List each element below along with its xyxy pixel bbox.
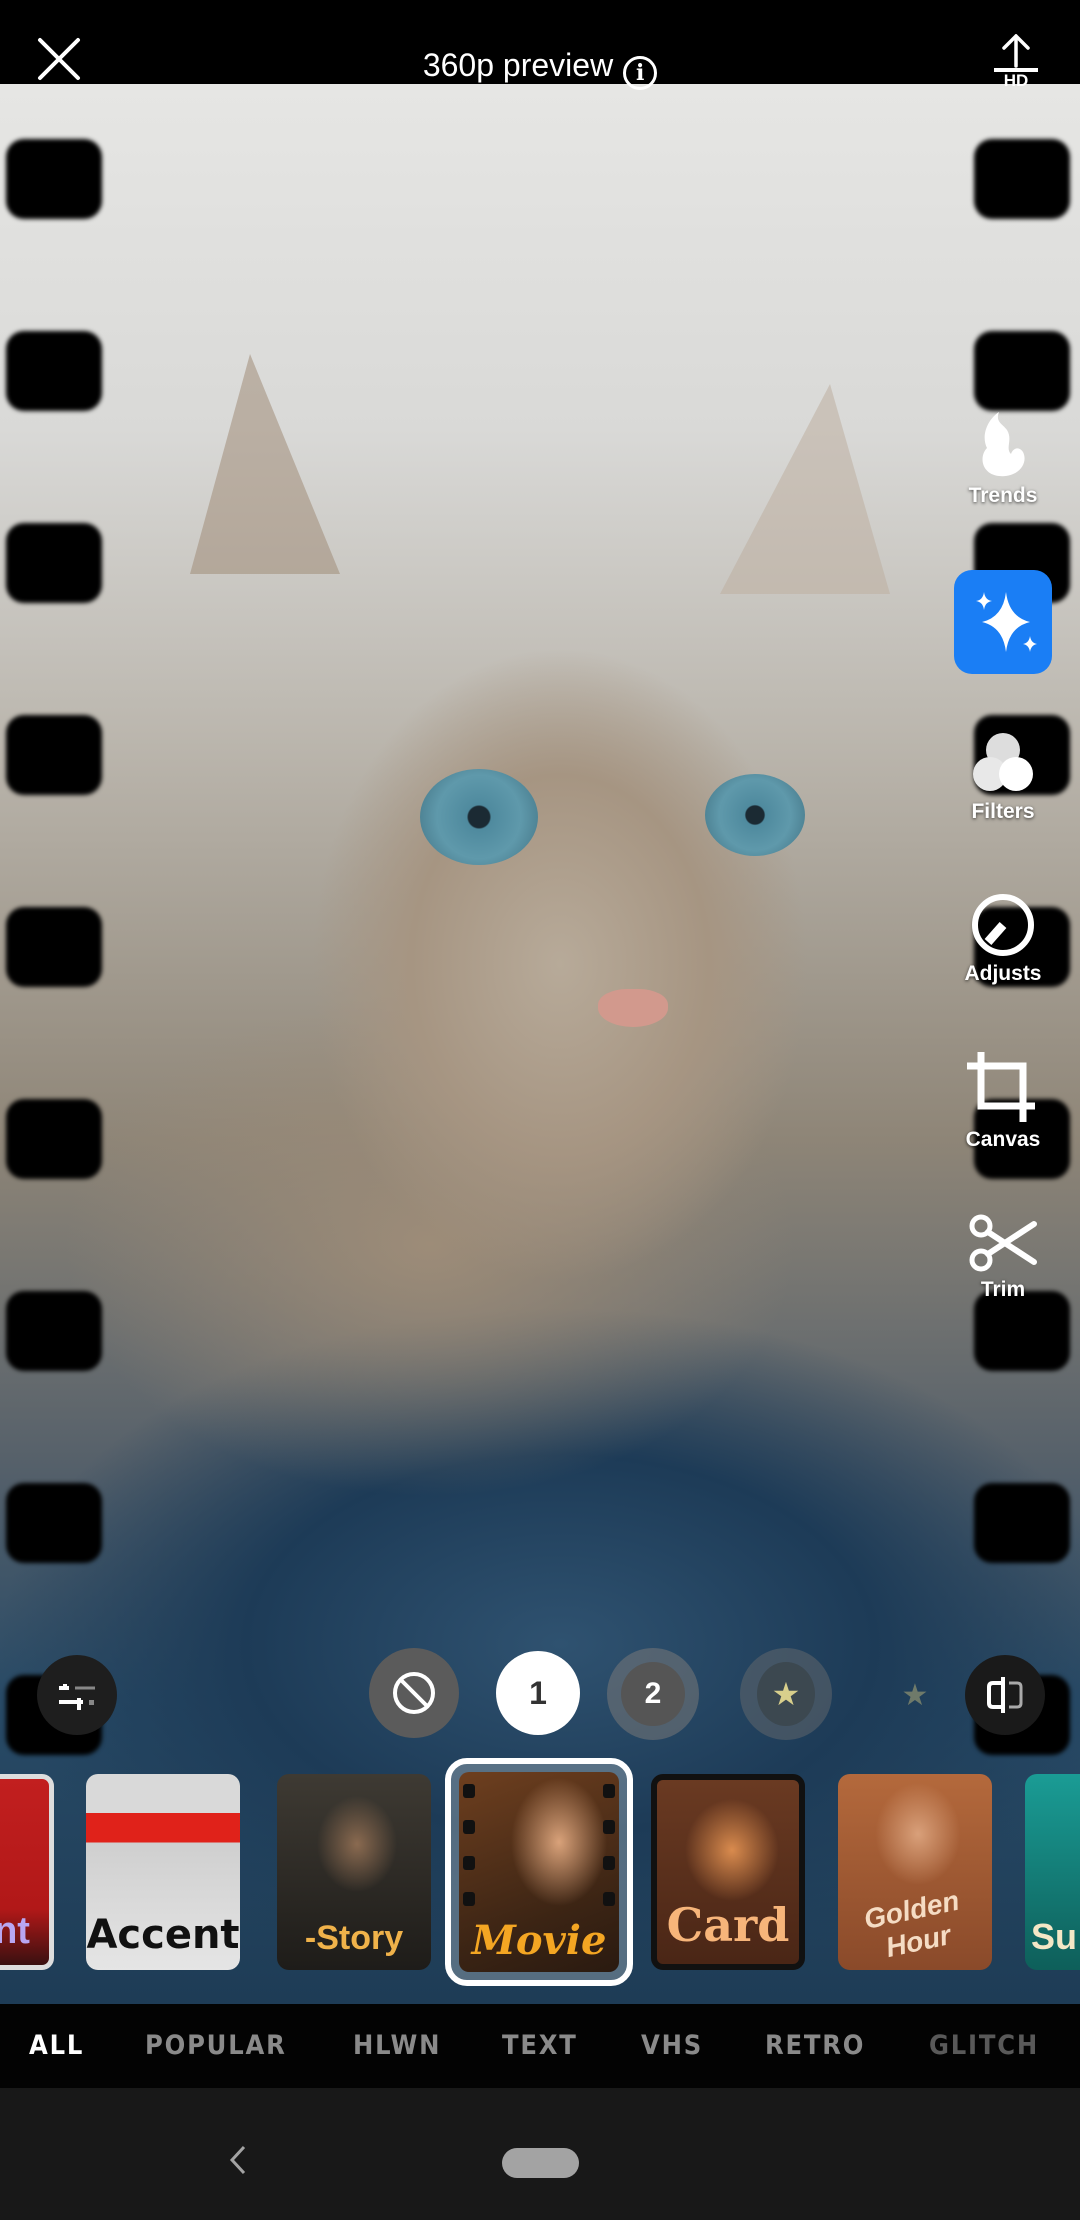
film-hole [463,1856,475,1870]
star-icon: ★ [901,1678,929,1712]
film-hole [603,1892,615,1906]
back-chevron-icon [229,2145,246,2175]
film-sprocket [6,715,102,795]
filter-label: Movie [471,1917,607,1964]
film-hole [463,1820,475,1834]
no-filter-icon [393,1672,435,1714]
flame-icon [982,412,1025,477]
dial-icon [972,894,1034,956]
info-icon[interactable]: i [623,56,658,90]
sliders-icon [59,1684,95,1710]
filter-thumb[interactable]: nt [0,1774,54,1970]
filter-thumb[interactable]: Accent [86,1774,240,1970]
filter-label: Su [1031,1916,1078,1957]
no-filter-button[interactable] [369,1648,459,1738]
compare-icon [987,1677,1023,1713]
filter-thumb[interactable]: Su [1025,1774,1080,1970]
filter-label: Card [666,1898,790,1952]
cat-eye-left [420,769,538,865]
film-hole [603,1784,615,1798]
tab-hlwn[interactable]: HLWN [353,2030,441,2061]
film-sprocket [6,1099,102,1179]
rail-trim[interactable]: Trim [950,1212,1056,1302]
variant-2-label: 2 [621,1662,685,1726]
film-hole [603,1856,615,1870]
tab-glitch[interactable]: GLITCH [929,2030,1039,2061]
rail-adjusts[interactable]: Adjusts [950,892,1056,986]
film-sprocket [6,1483,102,1563]
cat-eye-right [705,774,805,856]
film-sprocket [974,1483,1070,1563]
variant-1-button[interactable]: 1 [496,1651,580,1735]
category-tabs: ALL POPULAR HLWN TEXT VHS RETRO GLITCH [0,2004,1080,2088]
system-nav-bar [0,2088,1080,2220]
filter-label: nt [0,1910,30,1952]
ai-magic-button[interactable] [954,570,1052,674]
filter-thumb[interactable]: Card [651,1774,805,1970]
premium-variant-button[interactable]: ★ [740,1648,832,1740]
cat-ear-left [190,354,340,574]
film-sprocket [6,331,102,411]
rail-label: Adjusts [964,962,1042,985]
filter-carousel[interactable]: nt Accent -Story Movie Card Golden Hour … [0,1754,1080,1990]
film-sprocket [6,1291,102,1371]
sparkles-icon [976,592,1037,652]
rail-label: Canvas [965,1128,1041,1151]
rail-label: Filters [971,800,1035,823]
tab-all[interactable]: ALL [29,2030,84,2061]
crop-icon [967,1052,1035,1122]
filters-circles-icon [973,733,1033,791]
nav-back-button[interactable] [226,2144,250,2176]
filter-label: -Story [304,1919,404,1957]
filter-thumb[interactable]: -Story [277,1774,431,1970]
rail-canvas[interactable]: Canvas [950,1050,1056,1152]
cat-ear-right [720,384,890,594]
filter-thumb[interactable]: Golden Hour [838,1774,992,1970]
filter-label: Golden Hour [861,1884,962,1964]
compare-button[interactable] [965,1655,1045,1735]
film-sprocket [6,907,102,987]
film-sprocket [6,523,102,603]
cat-nose [598,989,668,1027]
film-hole [463,1784,475,1798]
filter-thumb-image: Movie [459,1772,619,1972]
preview-quality-label[interactable]: 360p preview i [0,44,1080,90]
film-sprocket [974,331,1070,411]
star-icon: ★ [757,1662,815,1726]
film-hole [463,1892,475,1906]
tab-text[interactable]: TEXT [502,2030,578,2061]
film-sprocket [974,1291,1070,1371]
hd-badge: HD [1003,71,1029,90]
upload-icon [994,33,1038,72]
film-hole [603,1820,615,1834]
rail-label: Trends [968,484,1038,507]
variant-2-button[interactable]: 2 [607,1648,699,1740]
rail-filters[interactable]: Filters [950,730,1056,824]
filter-thumb-selected[interactable]: Movie [445,1758,633,1986]
adjust-intensity-button[interactable] [37,1655,117,1735]
export-hd-button[interactable]: HD [988,33,1044,90]
premium-variant-2-button[interactable]: ★ [880,1660,950,1730]
filter-label: Accent [86,1912,240,1958]
scissors-icon [969,1214,1037,1272]
rail-label: Trim [980,1278,1026,1301]
tab-popular[interactable]: POPULAR [145,2030,287,2061]
film-sprocket [6,139,102,219]
tab-vhs[interactable]: VHS [641,2030,703,2061]
preview-title-text: 360p preview [422,47,614,83]
rail-trends[interactable]: Trends [950,408,1056,508]
film-sprocket [974,139,1070,219]
home-pill-icon[interactable] [502,2148,579,2178]
tab-retro[interactable]: RETRO [765,2030,865,2061]
top-bar: 360p preview i HD [0,0,1080,90]
